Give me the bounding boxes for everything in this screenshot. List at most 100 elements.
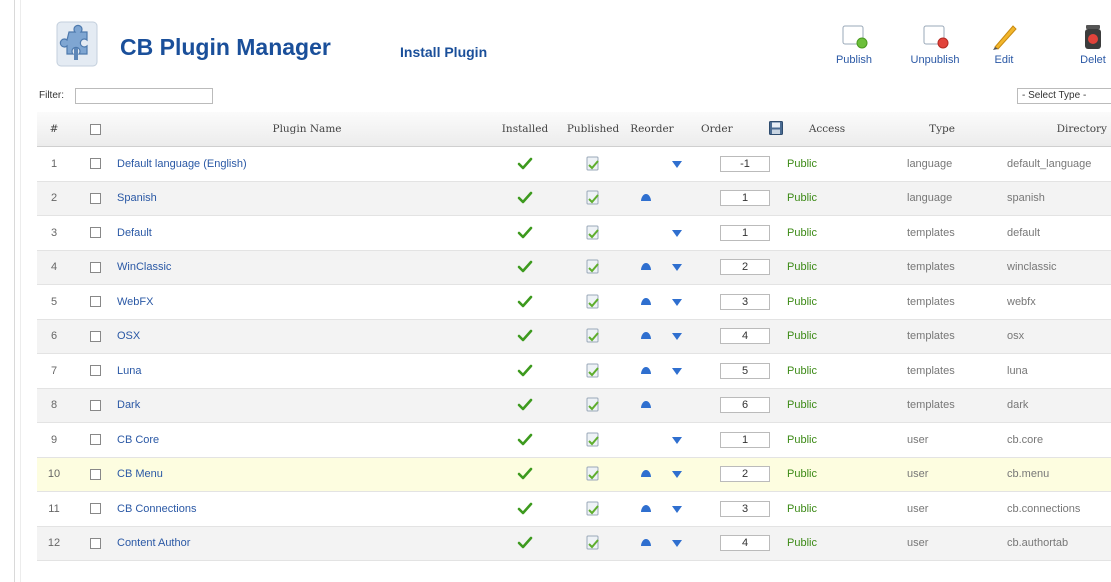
publish-button[interactable]: Publish [820, 18, 888, 80]
column-name-header[interactable]: Plugin Name [117, 112, 497, 146]
row-checkbox[interactable] [89, 192, 101, 204]
access-link[interactable]: Public [787, 285, 867, 319]
type-select[interactable]: - Select Type - [1017, 88, 1111, 104]
plugin-name-link[interactable]: CB Connections [117, 492, 497, 526]
order-input[interactable]: 3 [720, 293, 770, 310]
access-link[interactable]: Public [787, 182, 867, 216]
move-up-icon[interactable] [640, 261, 652, 273]
move-down-icon[interactable] [671, 296, 683, 308]
row-checkbox[interactable] [89, 158, 101, 170]
row-checkbox[interactable] [89, 503, 101, 515]
access-link[interactable]: Public [787, 423, 867, 457]
row-checkbox[interactable] [89, 399, 101, 411]
published-status-icon[interactable] [586, 535, 600, 551]
published-status-icon[interactable] [586, 466, 600, 482]
access-link[interactable]: Public [787, 320, 867, 354]
row-checkbox[interactable] [89, 296, 101, 308]
published-cell [565, 147, 621, 181]
column-directory-header: Directory [1056, 123, 1107, 135]
row-number: 11 [48, 502, 60, 515]
move-up-icon[interactable] [640, 468, 652, 480]
row-checkbox[interactable] [89, 468, 101, 480]
plugin-name-link[interactable]: OSX [117, 320, 497, 354]
published-status-icon[interactable] [586, 363, 600, 379]
published-status-icon[interactable] [586, 259, 600, 275]
move-down-icon[interactable] [671, 261, 683, 273]
order-input[interactable]: 6 [720, 397, 770, 414]
published-status-icon[interactable] [586, 432, 600, 448]
access-link[interactable]: Public [787, 251, 867, 285]
edit-button[interactable]: Edit [984, 18, 1024, 80]
move-down-icon[interactable] [671, 227, 683, 239]
access-link[interactable]: Public [787, 458, 867, 492]
save-order-icon[interactable] [769, 121, 783, 135]
plugin-name-link[interactable]: WebFX [117, 285, 497, 319]
plugin-name-link[interactable]: Spanish [117, 182, 497, 216]
row-checkbox[interactable] [89, 434, 101, 446]
access-link[interactable]: Public [787, 147, 867, 181]
order-input[interactable]: 5 [720, 362, 770, 379]
order-input[interactable]: 2 [720, 259, 770, 276]
plugin-name-link[interactable]: WinClassic [117, 251, 497, 285]
plugin-name-link[interactable]: Default [117, 216, 497, 250]
move-up-icon[interactable] [640, 537, 652, 549]
move-down-icon[interactable] [671, 468, 683, 480]
page-header: CB Plugin Manager Install Plugin Publish… [0, 0, 1111, 90]
order-input[interactable]: 1 [720, 431, 770, 448]
move-down-icon[interactable] [671, 158, 683, 170]
move-down-icon[interactable] [671, 503, 683, 515]
published-status-icon[interactable] [586, 190, 600, 206]
move-up-icon[interactable] [640, 330, 652, 342]
move-up-icon[interactable] [640, 503, 652, 515]
row-checkbox[interactable] [89, 537, 101, 549]
access-link[interactable]: Public [787, 216, 867, 250]
plugin-name-link[interactable]: Default language (English) [117, 147, 497, 181]
published-status-icon[interactable] [586, 225, 600, 241]
row-checkbox[interactable] [89, 365, 101, 377]
delete-button[interactable]: Delet [1068, 18, 1111, 80]
order-input[interactable]: 4 [720, 535, 770, 552]
published-status-icon[interactable] [586, 328, 600, 344]
filter-input[interactable] [75, 88, 213, 104]
access-link[interactable]: Public [787, 527, 867, 561]
install-plugin-link[interactable]: Install Plugin [400, 44, 487, 60]
access-link[interactable]: Public [787, 389, 867, 423]
row-checkbox[interactable] [89, 330, 101, 342]
plugin-name-link[interactable]: CB Menu [117, 458, 497, 492]
plugin-name-link[interactable]: Dark [117, 389, 497, 423]
row-checkbox[interactable] [89, 227, 101, 239]
order-input[interactable]: -1 [720, 155, 770, 172]
published-cell [565, 458, 621, 492]
plugin-name-link[interactable]: Content Author [117, 527, 497, 561]
move-up-icon[interactable] [640, 296, 652, 308]
move-up-icon[interactable] [640, 365, 652, 377]
row-checkbox[interactable] [89, 261, 101, 273]
plugin-type: templates [907, 261, 955, 274]
order-input[interactable]: 3 [720, 500, 770, 517]
row-checkbox-cell [87, 285, 103, 319]
published-status-icon[interactable] [586, 397, 600, 413]
move-down-icon[interactable] [671, 330, 683, 342]
published-status-icon[interactable] [586, 501, 600, 517]
order-input[interactable]: 1 [720, 190, 770, 207]
installed-check-icon [517, 433, 533, 446]
move-down-icon[interactable] [671, 434, 683, 446]
order-input[interactable]: 4 [720, 328, 770, 345]
column-order-header: Order [701, 123, 733, 135]
order-input[interactable]: 2 [720, 466, 770, 483]
move-down-icon[interactable] [671, 365, 683, 377]
select-all-checkbox[interactable] [89, 123, 101, 135]
published-cell [565, 423, 621, 457]
published-status-icon[interactable] [586, 156, 600, 172]
unpublish-button[interactable]: Unpublish [900, 18, 970, 80]
published-status-icon[interactable] [586, 294, 600, 310]
move-up-icon[interactable] [640, 192, 652, 204]
move-up-icon[interactable] [640, 399, 652, 411]
move-down-icon[interactable] [671, 537, 683, 549]
access-link[interactable]: Public [787, 354, 867, 388]
access-link[interactable]: Public [787, 492, 867, 526]
plugin-name-link[interactable]: Luna [117, 354, 497, 388]
pencil-icon [993, 25, 1017, 50]
order-input[interactable]: 1 [720, 224, 770, 241]
plugin-name-link[interactable]: CB Core [117, 423, 497, 457]
